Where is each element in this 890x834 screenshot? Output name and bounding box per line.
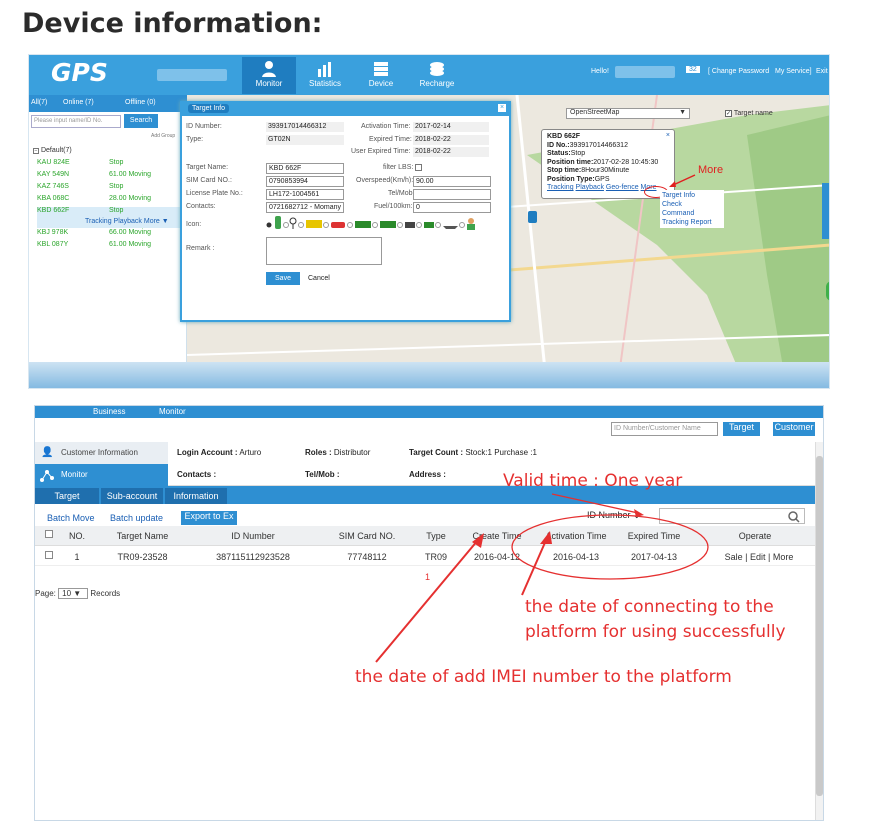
valid-time-ellipse: [511, 514, 709, 580]
valid-time-arrow: [551, 493, 639, 514]
valid-time-note: Valid time : One year: [503, 471, 683, 491]
activation-arrowhead: [540, 531, 552, 544]
create-time-note: the date of add IMEI number to the platf…: [355, 667, 732, 687]
activation-note-line1: the date of connecting to the: [525, 597, 774, 617]
annotation-overlay: [375, 493, 709, 663]
activation-note-line2: platform for using successfully: [525, 622, 786, 642]
activation-arrow: [521, 537, 548, 596]
create-time-arrow: [375, 539, 479, 663]
